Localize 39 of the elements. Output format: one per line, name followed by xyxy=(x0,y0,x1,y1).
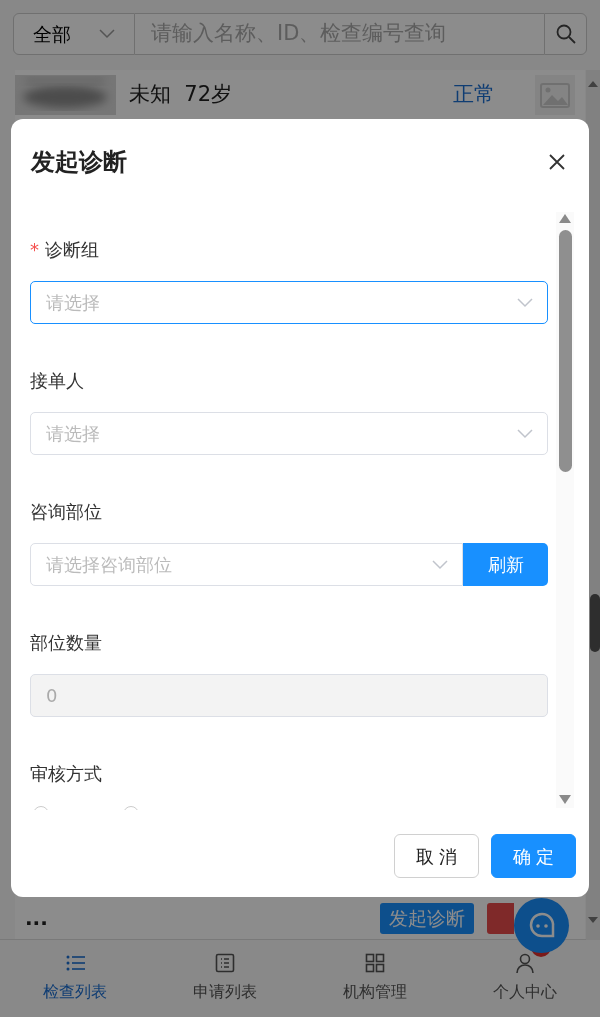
more-text: ... xyxy=(25,908,48,928)
search-icon xyxy=(555,24,576,44)
document-icon xyxy=(215,953,235,974)
tab[interactable]: 机构管理 xyxy=(300,940,450,1017)
grid-icon xyxy=(365,953,385,974)
confirm-button[interactable]: 确 定 xyxy=(491,834,576,878)
scrollbar-thumb[interactable] xyxy=(590,594,600,652)
select-field[interactable]: 请选择咨询部位 xyxy=(30,543,463,586)
search-button[interactable] xyxy=(544,13,587,55)
chevron-down-icon xyxy=(432,559,448,570)
required-mark: * xyxy=(30,238,39,262)
tab[interactable]: 申请列表 xyxy=(150,940,300,1017)
dialog-title: 发起诊断 xyxy=(31,147,127,177)
field-label: 诊断组 xyxy=(45,238,99,262)
patient-info: 未知 72岁 xyxy=(129,81,233,109)
delete-button[interactable] xyxy=(487,902,514,934)
person-icon xyxy=(515,953,535,974)
input-field: 0 xyxy=(30,674,548,717)
filter-dropdown[interactable]: 全部 xyxy=(13,13,135,55)
field-label: 审核方式 xyxy=(30,762,102,786)
chevron-down-icon xyxy=(99,29,115,39)
close-icon xyxy=(549,154,565,170)
status-text: 正常 xyxy=(453,81,495,109)
chevron-down-icon xyxy=(517,428,533,439)
image-icon xyxy=(535,75,575,115)
scrollbar[interactable] xyxy=(556,212,574,808)
scroll-up-icon xyxy=(558,212,572,224)
cancel-button[interactable]: 取 消 xyxy=(394,834,479,878)
select-field[interactable]: 请选择 xyxy=(30,281,548,324)
field-label: 部位数量 xyxy=(30,631,102,655)
scroll-down-icon xyxy=(558,794,572,806)
scrollbar-thumb[interactable] xyxy=(558,230,572,472)
refresh-button[interactable]: 刷新 xyxy=(463,543,548,586)
field-label: 接单人 xyxy=(30,369,84,393)
chevron-down-icon xyxy=(517,297,533,308)
action-button[interactable]: 发起诊断 xyxy=(380,902,474,934)
field-label: 咨询部位 xyxy=(30,500,102,524)
tab[interactable]: 检查列表 xyxy=(0,940,150,1017)
select-field[interactable]: 请选择 xyxy=(30,412,548,455)
